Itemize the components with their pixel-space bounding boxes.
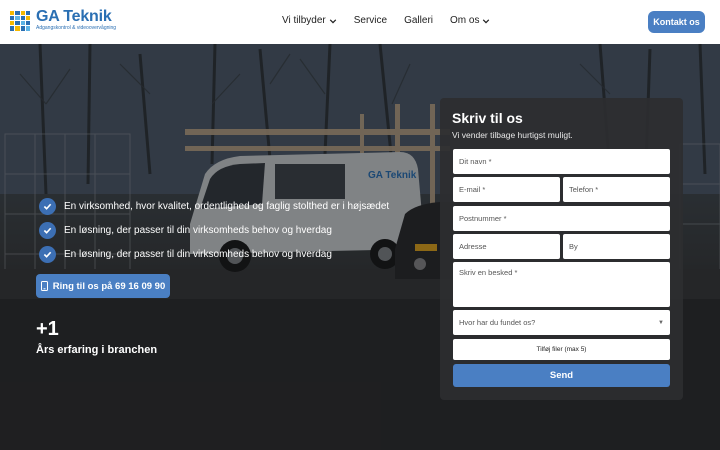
nav-item-label: Om os <box>450 15 480 26</box>
phone-placeholder: Telefon * <box>569 185 599 194</box>
address-field[interactable]: Adresse <box>453 234 560 259</box>
contact-button[interactable]: Kontakt os <box>648 11 705 33</box>
hero-section: GA Teknik En virksomhed, hvor kvalitet, … <box>0 44 720 450</box>
nav-item-label: Vi tilbyder <box>282 15 326 26</box>
postal-code-placeholder: Postnummer * <box>459 214 507 223</box>
checkmark-icon <box>39 197 56 215</box>
send-button[interactable]: Send <box>453 364 670 387</box>
checkmark-icon <box>39 245 56 263</box>
benefit-text: En virksomhed, hvor kvalitet, ordentligh… <box>64 200 390 212</box>
postal-code-field[interactable]: Postnummer * <box>453 206 670 231</box>
nav-item-label: Service <box>353 15 388 26</box>
caret-down-icon: ▼ <box>658 319 664 326</box>
nav-item-label: Galleri <box>404 15 433 26</box>
city-placeholder: By <box>569 242 578 251</box>
email-placeholder: E-mail * <box>459 185 486 194</box>
chevron-down-icon <box>329 18 336 23</box>
chevron-down-icon <box>483 18 490 23</box>
logo-mark-icon <box>10 10 30 31</box>
list-item: En løsning, der passer til din virksomhe… <box>39 218 389 242</box>
source-select[interactable]: Hvor har du fundet os? ▼ <box>453 310 670 335</box>
list-item: En virksomhed, hvor kvalitet, ordentligh… <box>39 194 389 218</box>
benefit-text: En løsning, der passer til din virksomhe… <box>64 224 332 236</box>
stat-number: +1 <box>36 318 59 340</box>
city-field[interactable]: By <box>563 234 670 259</box>
nav-item-service[interactable]: Service <box>354 15 387 26</box>
name-placeholder: Dit navn * <box>459 157 492 166</box>
benefit-text: En løsning, der passer til din virksomhe… <box>64 248 332 260</box>
nav-item-vi-tilbyder[interactable]: Vi tilbyder <box>282 15 337 26</box>
message-placeholder: Skriv en besked * <box>459 268 518 277</box>
add-files-button[interactable]: Tilføj filer (max 5) <box>453 339 670 360</box>
site-header: GA Teknik Adgangskontrol & videoovervågn… <box>0 0 720 44</box>
benefit-list: En virksomhed, hvor kvalitet, ordentligh… <box>39 194 389 266</box>
list-item: En løsning, der passer til din virksomhe… <box>39 242 389 266</box>
stat-label: Års erfaring i branchen <box>36 344 158 356</box>
source-placeholder: Hvor har du fundet os? <box>459 318 536 327</box>
checkmark-icon <box>39 221 56 239</box>
logo[interactable]: GA Teknik Adgangskontrol & videoovervågn… <box>10 9 116 32</box>
name-field[interactable]: Dit navn * <box>453 149 670 174</box>
form-title: Skriv til os <box>452 110 523 126</box>
phone-field[interactable]: Telefon * <box>563 177 670 202</box>
phone-icon <box>40 281 48 291</box>
call-button-label: Ring til os på 69 16 09 90 <box>52 280 166 292</box>
form-subtitle: Vi vender tilbage hurtigst muligt. <box>452 130 573 140</box>
email-field[interactable]: E-mail * <box>453 177 560 202</box>
logo-name: GA Teknik <box>36 8 112 25</box>
call-button[interactable]: Ring til os på 69 16 09 90 <box>36 274 170 298</box>
contact-form: Skriv til os Vi vender tilbage hurtigst … <box>440 98 683 400</box>
main-nav: Vi tilbyder Service Galleri Om os <box>282 15 490 26</box>
message-field[interactable]: Skriv en besked * <box>453 262 670 307</box>
nav-item-om-os[interactable]: Om os <box>450 15 490 26</box>
address-placeholder: Adresse <box>459 242 487 251</box>
nav-item-galleri[interactable]: Galleri <box>404 15 433 26</box>
logo-tagline: Adgangskontrol & videoovervågning <box>36 25 117 31</box>
